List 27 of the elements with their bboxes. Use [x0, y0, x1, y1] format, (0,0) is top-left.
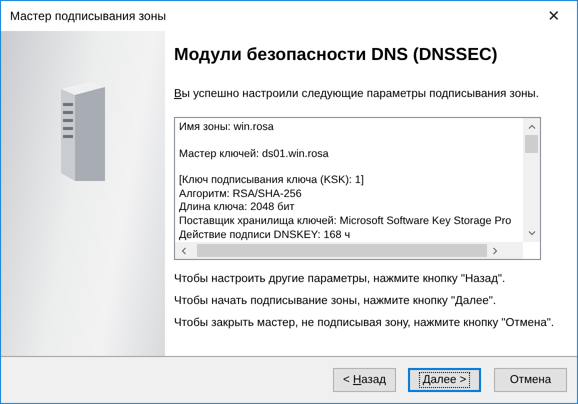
instruction-text: Чтобы закрыть мастер, не подписывая зону, нажмите кнопку "Отмена". [174, 316, 556, 331]
window-title: Мастер подписывания зоны [10, 9, 166, 23]
instruction-text: Чтобы настроить другие параметры, нажмите кнопку "Назад". [174, 272, 506, 287]
scroll-left-icon[interactable] [181, 246, 186, 254]
wizard-button[interactable]: Далее > [408, 368, 481, 392]
intro-text: Вы успешно настроили следующие параметры подписывания зоны. [174, 88, 540, 100]
wizard-button[interactable]: < Назад [333, 368, 396, 392]
scroll-up-icon[interactable] [528, 124, 536, 129]
scroll-right-icon[interactable] [493, 246, 498, 254]
wizard-button[interactable]: Отмена [494, 368, 567, 392]
page-heading: Модули безопасности DNS (DNSSEC) [174, 44, 498, 65]
summary-line: Длина ключа: 2048 бит [179, 201, 296, 215]
summary-line: Алгоритм: RSA/SHA-256 [179, 188, 303, 202]
instruction-text: Чтобы начать подписывание зоны, нажмите кнопку "Далее". [174, 294, 498, 309]
scroll-down-icon[interactable] [528, 231, 536, 236]
close-button[interactable]: ✕ [531, 1, 577, 31]
summary-line: [Ключ подписывания ключа (KSK): 1] [179, 174, 365, 188]
summary-line: Мастер ключей: ds01.win.rosa [179, 148, 330, 162]
summary-line: Имя зоны: win.rosa [179, 121, 275, 135]
summary-line: Поставщик хранилища ключей: Microsoft Software Key Storage Pro [179, 214, 512, 229]
scroll-thumb[interactable] [525, 135, 538, 153]
horizontal-scrollbar[interactable] [175, 242, 540, 259]
scrollbar-corner [523, 242, 540, 259]
summary-line: Действие подписи DNSKEY: 168 ч [179, 228, 352, 242]
scroll-thumb[interactable] [197, 244, 487, 257]
vertical-scrollbar[interactable] [523, 118, 540, 242]
server-icon [61, 81, 105, 181]
